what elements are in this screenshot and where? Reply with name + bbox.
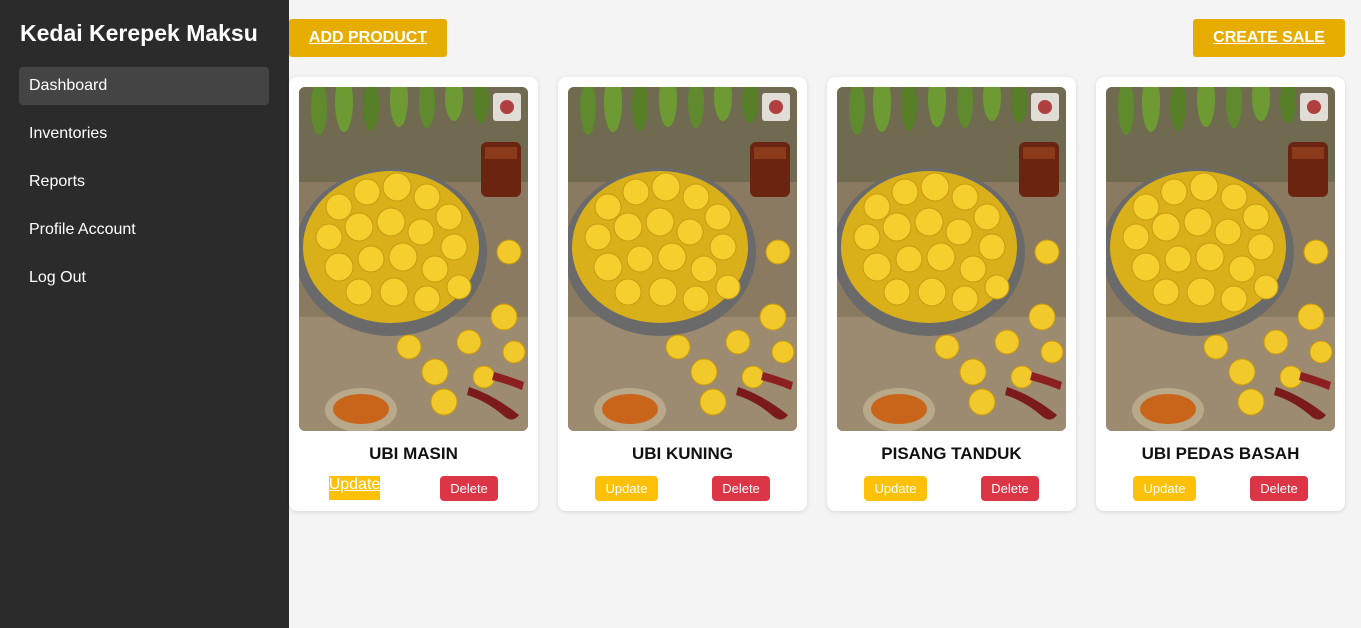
- product-card: UBI KUNING Update Delete: [558, 77, 807, 511]
- sidebar-item-dashboard[interactable]: Dashboard: [19, 67, 269, 105]
- update-button[interactable]: Update: [864, 476, 927, 501]
- brand-title: Kedai Kerepek Maksu: [20, 20, 258, 46]
- sidebar-item-log-out[interactable]: Log Out: [19, 259, 269, 297]
- sidebar-item-inventories[interactable]: Inventories: [19, 115, 269, 153]
- product-card: PISANG TANDUK Update Delete: [827, 77, 1076, 511]
- product-name: PISANG TANDUK: [881, 444, 1022, 463]
- product-image: [299, 87, 528, 431]
- product-image: [568, 87, 797, 431]
- sidebar-item-profile-account[interactable]: Profile Account: [19, 211, 269, 249]
- sidebar: Kedai Kerepek Maksu Dashboard Inventorie…: [0, 0, 289, 628]
- product-name: UBI PEDAS BASAH: [1141, 444, 1300, 463]
- sidebar-item-reports[interactable]: Reports: [19, 163, 269, 201]
- sidebar-nav: Dashboard Inventories Reports Profile Ac…: [19, 67, 269, 307]
- add-product-button[interactable]: ADD PRODUCT: [289, 19, 447, 57]
- update-button[interactable]: Update: [329, 476, 380, 500]
- product-image: [837, 87, 1066, 431]
- product-name: UBI KUNING: [631, 444, 734, 463]
- delete-button[interactable]: Delete: [1250, 476, 1308, 501]
- product-card: UBI PEDAS BASAH Update Delete: [1096, 77, 1345, 511]
- product-image: [1106, 87, 1335, 431]
- delete-button[interactable]: Delete: [440, 476, 498, 501]
- product-name: UBI MASIN: [369, 444, 458, 463]
- delete-button[interactable]: Delete: [981, 476, 1039, 501]
- product-card: UBI MASIN Update Delete: [289, 77, 538, 511]
- delete-button[interactable]: Delete: [712, 476, 770, 501]
- update-button[interactable]: Update: [595, 476, 658, 501]
- create-sale-button[interactable]: CREATE SALE: [1193, 19, 1345, 57]
- update-button[interactable]: Update: [1133, 476, 1196, 501]
